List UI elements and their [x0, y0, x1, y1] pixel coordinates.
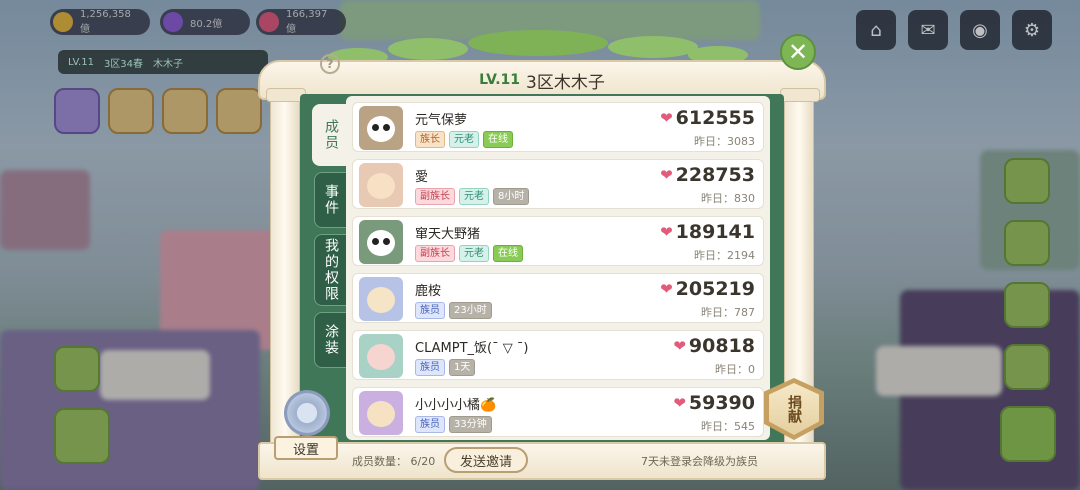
heart-icon: ❤: [660, 109, 673, 127]
avatar-girl: [359, 334, 403, 378]
avatar-panda: [359, 220, 403, 264]
tab-members[interactable]: 成员: [312, 104, 350, 166]
member-row[interactable]: 窜天大野猪 副族长 元老 在线 ❤ 189141 昨日：2194: [352, 216, 764, 266]
member-row[interactable]: CLAMPT_饭(ˉ ▽ ˉ) 族员 1天 ❤ 90818 昨日：0: [352, 330, 764, 380]
title-badge: 元老: [459, 188, 489, 205]
gear-icon: [284, 390, 330, 436]
heart-icon: ❤: [660, 223, 673, 241]
clan-name: 3区木木子: [526, 72, 605, 93]
member-score: 59390: [688, 392, 755, 414]
yesterday-score: 昨日：830: [701, 192, 755, 205]
tab-permissions[interactable]: 我的权限: [314, 234, 348, 306]
avatar-girl: [359, 163, 403, 207]
role-badge: 副族长: [415, 188, 455, 205]
role-badge: 族员: [415, 302, 445, 319]
inactivity-note: 7天未登录会降级为族员: [641, 455, 758, 468]
tab-events[interactable]: 事件: [314, 172, 348, 228]
panel-footer: 成员数量： 6/20 发送邀请 7天未登录会降级为族员: [258, 442, 826, 480]
member-name: 愛: [415, 170, 429, 185]
heart-icon: ❤: [660, 166, 673, 184]
member-row[interactable]: 鹿桉 族员 23小时 ❤ 205219 昨日：787: [352, 273, 764, 323]
status-badge: 23小时: [449, 302, 492, 319]
member-row[interactable]: 元气保萝 族长 元老 在线 ❤ 612555 昨日：3083: [352, 102, 764, 152]
help-icon[interactable]: ?: [320, 54, 340, 74]
tab-paint[interactable]: 涂装: [314, 312, 348, 368]
member-list[interactable]: 元气保萝 族长 元老 在线 ❤ 612555 昨日：3083 愛 副族长 元老 8…: [346, 96, 770, 440]
role-badge: 族长: [415, 131, 445, 148]
send-invite-button[interactable]: 发送邀请: [444, 447, 528, 473]
heart-icon: ❤: [673, 394, 686, 412]
member-row[interactable]: 愛 副族长 元老 8小时 ❤ 228753 昨日：830: [352, 159, 764, 209]
close-icon[interactable]: ✕: [780, 34, 816, 70]
settings-button[interactable]: 设置: [272, 390, 342, 468]
avatar-girl: [359, 391, 403, 435]
member-score: 90818: [688, 335, 755, 357]
member-name: 鹿桉: [415, 284, 442, 299]
member-count: 成员数量： 6/20: [352, 455, 436, 468]
clan-level: LV.11: [479, 72, 520, 88]
member-score: 228753: [675, 164, 755, 186]
member-score: 612555: [675, 107, 755, 129]
status-badge: 8小时: [493, 188, 530, 205]
member-name: 元气保萝: [415, 113, 468, 128]
member-name: 窜天大野猪: [415, 227, 481, 242]
member-score: 205219: [675, 278, 755, 300]
member-name: CLAMPT_饭(ˉ ▽ ˉ): [415, 341, 529, 356]
heart-icon: ❤: [660, 280, 673, 298]
role-badge: 族员: [415, 416, 445, 433]
member-row[interactable]: 小小小小橘🍊 族员 33分钟 ❤ 59390 昨日：545: [352, 387, 764, 437]
yesterday-score: 昨日：2194: [694, 249, 755, 262]
yesterday-score: 昨日：0: [715, 363, 755, 376]
yesterday-score: 昨日：3083: [694, 135, 755, 148]
donate-button[interactable]: 捐献: [764, 378, 824, 448]
status-badge: 在线: [493, 245, 523, 262]
role-badge: 族员: [415, 359, 445, 376]
member-name: 小小小小橘🍊: [415, 398, 497, 413]
yesterday-score: 昨日：787: [701, 306, 755, 319]
status-badge: 33分钟: [449, 416, 492, 433]
avatar-panda: [359, 106, 403, 150]
clan-panel: LV.11 3区木木子 ? ✕ 成员 事件 我的权限 涂装 元气保萝 族长 元老…: [258, 30, 826, 480]
avatar-girl: [359, 277, 403, 321]
title-badge: 元老: [459, 245, 489, 262]
title-badge: 元老: [449, 131, 479, 148]
yesterday-score: 昨日：545: [701, 420, 755, 433]
settings-label: 设置: [274, 436, 338, 460]
heart-icon: ❤: [673, 337, 686, 355]
status-badge: 在线: [483, 131, 513, 148]
role-badge: 副族长: [415, 245, 455, 262]
status-badge: 1天: [449, 359, 476, 376]
member-score: 189141: [675, 221, 755, 243]
